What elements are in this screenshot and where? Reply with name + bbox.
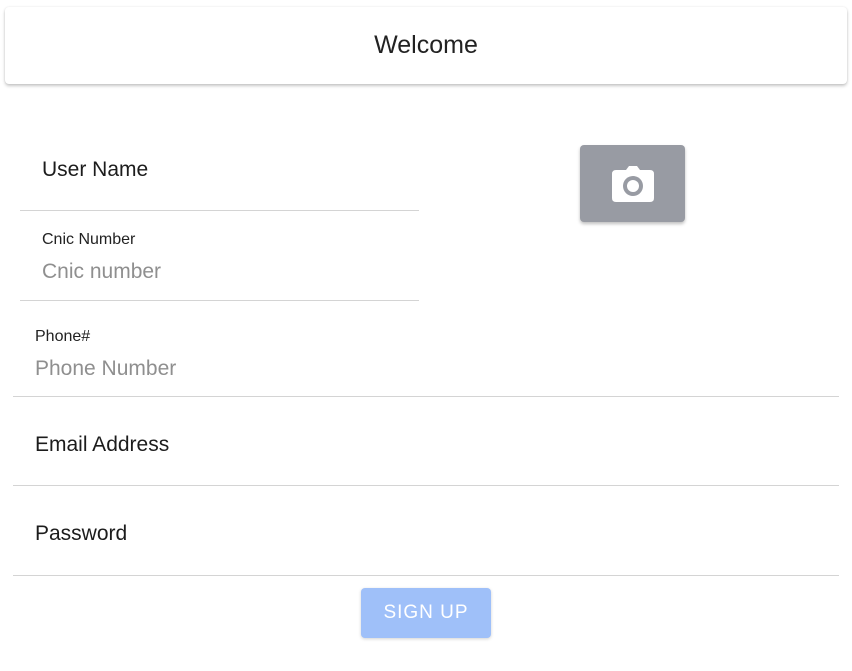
password-field[interactable]: Password — [13, 486, 839, 576]
username-label: User Name — [42, 158, 149, 181]
email-label: Email Address — [35, 433, 170, 456]
app-header: Welcome — [5, 7, 847, 84]
cnic-input[interactable] — [42, 259, 412, 285]
page-title: Welcome — [374, 31, 478, 59]
username-field[interactable]: User Name — [20, 130, 419, 211]
phone-label: Phone# — [35, 328, 91, 345]
phone-field[interactable]: Phone# — [13, 301, 839, 397]
sign-up-button[interactable]: SIGN UP — [361, 588, 491, 638]
cnic-label: Cnic Number — [42, 231, 136, 248]
camera-icon — [611, 165, 654, 202]
upload-photo-button[interactable] — [580, 145, 685, 222]
password-label: Password — [35, 522, 128, 545]
cnic-field[interactable]: Cnic Number — [20, 211, 419, 301]
email-field[interactable]: Email Address — [13, 397, 839, 486]
phone-input[interactable] — [35, 356, 825, 382]
